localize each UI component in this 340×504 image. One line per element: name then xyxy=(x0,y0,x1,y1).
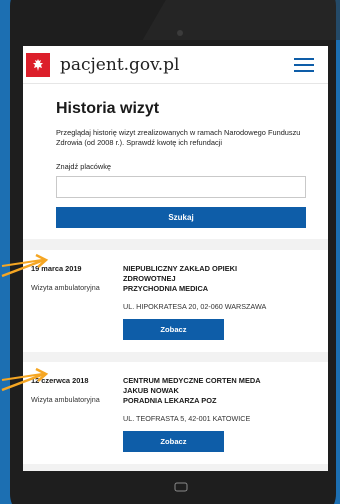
section-divider xyxy=(23,239,328,250)
search-button[interactable]: Szukaj xyxy=(56,207,306,228)
institution-name-line: CENTRUM MEDYCZNE CORTEN MEDA xyxy=(123,376,261,385)
visit-card: 19 marca 2019 Wizyta ambulatoryjna NIEPU… xyxy=(23,250,328,362)
home-button-icon[interactable] xyxy=(174,482,188,492)
search-label: Znajdź placówkę xyxy=(56,162,112,171)
institution-name-line: ZDROWOTNEJ xyxy=(123,274,176,283)
page-subtitle: Przeglądaj historię wizyt zrealizowanych… xyxy=(56,128,301,147)
search-section: Historia wizyt Przeglądaj historię wizyt… xyxy=(23,100,328,228)
view-visit-button[interactable]: Zobacz xyxy=(123,431,224,452)
hamburger-menu-icon[interactable] xyxy=(294,57,314,72)
pointer-arrow-icon xyxy=(1,253,49,278)
camera-dot xyxy=(177,30,183,36)
view-visit-button[interactable]: Zobacz xyxy=(123,319,224,340)
institution-name-line: NIEPUBLICZNY ZAKŁAD OPIEKI xyxy=(123,264,238,273)
screen-glare xyxy=(142,0,340,40)
pointer-arrow-icon xyxy=(1,367,49,392)
visit-card: 12 czerwca 2018 Wizyta ambulatoryjna CEN… xyxy=(23,362,328,471)
site-logo[interactable] xyxy=(26,52,50,77)
eagle-icon xyxy=(33,58,43,71)
browser-screen: pacjent.gov.pl Historia wizyt Przeglądaj… xyxy=(23,46,328,471)
site-header: pacjent.gov.pl xyxy=(23,46,328,84)
institution-address: UL. HIPOKRATESA 20, 02-060 WARSZAWA xyxy=(123,302,267,311)
visit-type: Wizyta ambulatoryjna xyxy=(31,283,100,292)
page-title: Historia wizyt xyxy=(56,100,160,117)
institution-name-line: PRZYCHODNIA MEDICA xyxy=(123,284,209,293)
institution-name-line: PORADNIA LEKARZA POZ xyxy=(123,396,217,405)
visit-type: Wizyta ambulatoryjna xyxy=(31,395,100,404)
site-name[interactable]: pacjent.gov.pl xyxy=(60,55,179,75)
institution-address: UL. TEOFRASTA 5, 42-001 KATOWICE xyxy=(123,414,251,423)
search-input[interactable] xyxy=(56,176,306,198)
institution-name-line: JAKUB NOWAK xyxy=(123,386,179,395)
